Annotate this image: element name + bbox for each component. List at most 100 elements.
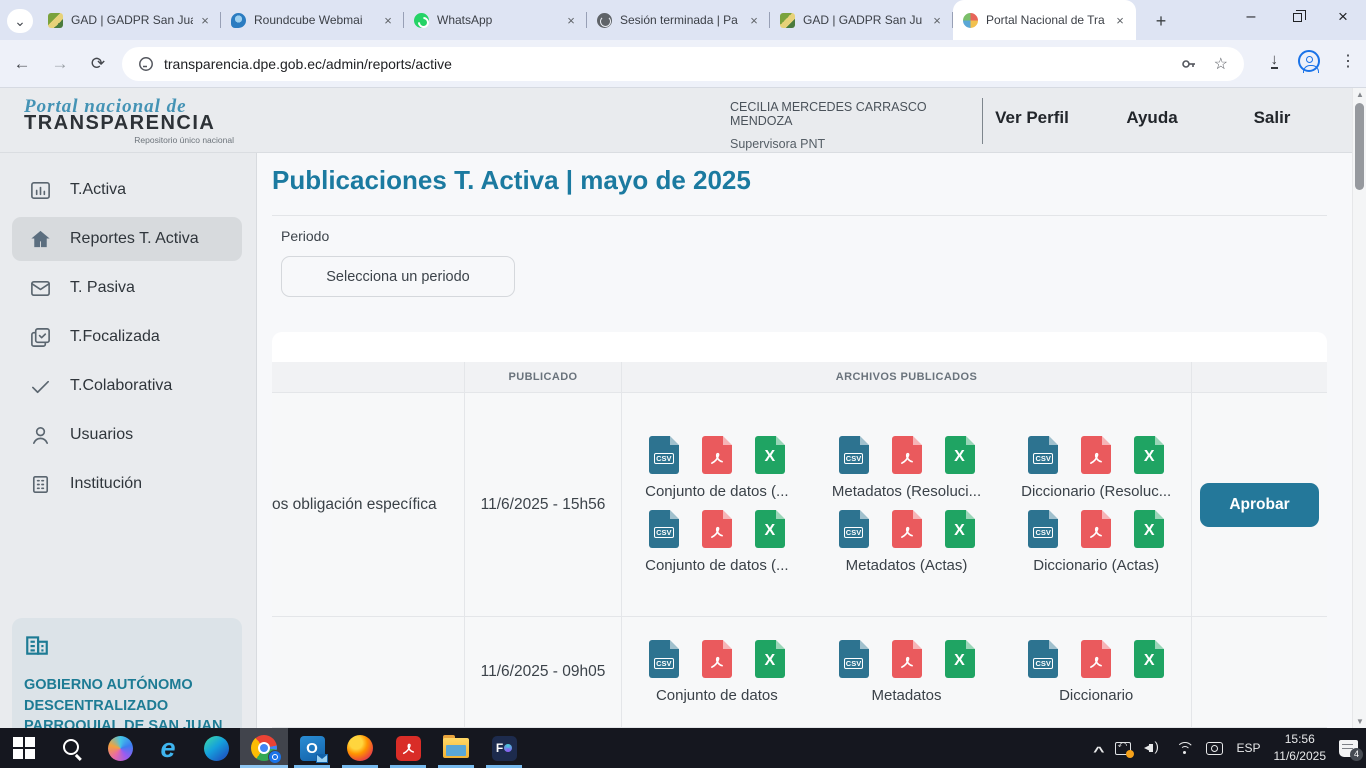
pdf-file-icon[interactable] [702, 436, 732, 474]
taskbar-ie-button[interactable]: e [144, 728, 192, 768]
taskbar-chrome-button[interactable] [240, 728, 288, 768]
csv-file-icon[interactable]: CSV [1028, 436, 1058, 474]
meet-now-icon[interactable] [1206, 742, 1223, 755]
language-indicator[interactable]: ESP [1236, 741, 1260, 755]
csv-file-icon[interactable]: CSV [649, 510, 679, 548]
pdf-file-icon[interactable] [892, 510, 922, 548]
forward-icon[interactable]: → [46, 50, 74, 78]
tab-close-icon[interactable] [1112, 12, 1128, 28]
url-text[interactable]: transparencia.dpe.gob.ec/admin/reports/a… [164, 56, 1180, 72]
notifications-icon[interactable]: 4 [1339, 740, 1358, 757]
csv-file-icon[interactable]: CSV [1028, 510, 1058, 548]
tab-close-icon[interactable] [563, 12, 579, 28]
pdf-file-icon[interactable] [1081, 510, 1111, 548]
site-info-icon[interactable] [138, 56, 154, 72]
file-group-label[interactable]: Diccionario (Actas) [1033, 557, 1159, 574]
csv-file-icon[interactable]: CSV [1028, 640, 1058, 678]
taskbar-firefox-button[interactable] [336, 728, 384, 768]
tab-close-icon[interactable] [929, 12, 945, 28]
bookmark-star-icon[interactable] [1214, 54, 1228, 74]
sidebar-item-t-activa[interactable]: T.Activa [12, 168, 242, 212]
csv-file-icon[interactable]: CSV [649, 640, 679, 678]
xls-file-icon[interactable]: X [945, 510, 975, 548]
volume-icon[interactable] [1144, 741, 1162, 755]
window-restore-button[interactable] [1274, 0, 1320, 34]
taskbar-edge-button[interactable] [192, 728, 240, 768]
ver-perfil-link[interactable]: Ver Perfil [972, 108, 1092, 128]
sidebar-item-t-pasiva[interactable]: T. Pasiva [12, 266, 242, 310]
clock[interactable]: 15:56 11/6/2025 [1274, 731, 1327, 766]
tab-close-icon[interactable] [380, 12, 396, 28]
institution-card[interactable]: GOBIERNO AUTÓNOMO DESCENTRALIZADO PARROQ… [12, 618, 242, 728]
tab-portal-transparencia-active[interactable]: Portal Nacional de Tra [953, 0, 1136, 40]
tab-whatsapp[interactable]: WhatsApp [404, 0, 587, 40]
pdf-file-icon[interactable] [1081, 640, 1111, 678]
file-group-label[interactable]: Diccionario (Resoluc... [1021, 483, 1171, 500]
xls-file-icon[interactable]: X [945, 436, 975, 474]
pdf-file-icon[interactable] [892, 436, 922, 474]
file-group-label[interactable]: Conjunto de datos [656, 687, 778, 704]
taskbar-search-button[interactable] [48, 728, 96, 768]
tab-close-icon[interactable] [197, 12, 213, 28]
file-group-label[interactable]: Diccionario [1059, 687, 1133, 704]
start-button[interactable] [0, 728, 48, 768]
tab-close-icon[interactable] [746, 12, 762, 28]
tab-search-icon[interactable] [7, 9, 33, 33]
csv-file-icon[interactable]: CSV [649, 436, 679, 474]
pdf-file-icon[interactable] [1081, 436, 1111, 474]
xls-file-icon[interactable]: X [945, 640, 975, 678]
file-group-label[interactable]: Conjunto de datos (... [645, 483, 788, 500]
xls-file-icon[interactable]: X [1134, 640, 1164, 678]
tab-roundcube[interactable]: Roundcube Webmai [221, 0, 404, 40]
scrollbar-thumb[interactable] [1355, 103, 1364, 190]
taskbar-acrobat-button[interactable] [384, 728, 432, 768]
pdf-file-icon[interactable] [702, 640, 732, 678]
csv-file-icon[interactable]: CSV [839, 436, 869, 474]
xls-file-icon[interactable]: X [755, 640, 785, 678]
back-icon[interactable]: ← [8, 50, 36, 78]
taskbar-outlook-button[interactable]: O [288, 728, 336, 768]
taskbar-copilot-button[interactable] [96, 728, 144, 768]
scroll-up-icon[interactable] [1353, 90, 1366, 99]
pdf-file-icon[interactable] [702, 510, 732, 548]
file-group-label[interactable]: Metadatos (Resoluci... [832, 483, 981, 500]
xls-file-icon[interactable]: X [755, 510, 785, 548]
sidebar-item-t-colaborativa[interactable]: T.Colaborativa [12, 364, 242, 408]
xls-file-icon[interactable]: X [1134, 436, 1164, 474]
scroll-down-icon[interactable] [1353, 717, 1366, 726]
downloads-icon[interactable] [1271, 53, 1279, 69]
taskbar-file-explorer-button[interactable] [432, 728, 480, 768]
new-tab-button[interactable] [1148, 8, 1174, 34]
xls-file-icon[interactable]: X [1134, 510, 1164, 548]
salir-link[interactable]: Salir [1212, 108, 1332, 128]
sidebar-item-usuarios[interactable]: Usuarios [12, 413, 242, 457]
period-select[interactable]: Selecciona un periodo [281, 256, 515, 297]
taskbar-fapp-button[interactable]: F [480, 728, 528, 768]
browser-menu-icon[interactable] [1340, 51, 1356, 71]
tab-gad-2[interactable]: GAD | GADPR San Ju [770, 0, 953, 40]
csv-file-icon[interactable]: CSV [839, 640, 869, 678]
window-minimize-button[interactable] [1228, 0, 1274, 34]
sidebar-item-institucion[interactable]: Institución [12, 462, 242, 506]
reload-icon[interactable]: ⟳ [84, 50, 112, 78]
tray-expand-icon[interactable] [1093, 741, 1104, 756]
aprobar-button[interactable]: Aprobar [1200, 483, 1319, 527]
tab-sesion-terminada[interactable]: Sesión terminada | Pa [587, 0, 770, 40]
remote-app-tray-icon[interactable] [1115, 742, 1131, 755]
tab-gad-1[interactable]: GAD | GADPR San Jua [38, 0, 221, 40]
window-close-button[interactable] [1320, 0, 1366, 34]
page-scrollbar[interactable] [1352, 88, 1366, 728]
profile-avatar-icon[interactable] [1298, 50, 1320, 72]
wifi-icon[interactable] [1175, 741, 1193, 755]
ayuda-link[interactable]: Ayuda [1092, 108, 1212, 128]
sidebar-item-t-focalizada[interactable]: T.Focalizada [12, 315, 242, 359]
file-group-label[interactable]: Metadatos [871, 687, 941, 704]
xls-file-icon[interactable]: X [755, 436, 785, 474]
password-key-icon[interactable] [1180, 55, 1198, 73]
file-group-label[interactable]: Conjunto de datos (... [645, 557, 788, 574]
csv-file-icon[interactable]: CSV [839, 510, 869, 548]
sidebar-item-reportes-t-activa[interactable]: Reportes T. Activa [12, 217, 242, 261]
pdf-file-icon[interactable] [892, 640, 922, 678]
address-bar[interactable]: transparencia.dpe.gob.ec/admin/reports/a… [122, 47, 1244, 81]
file-group-label[interactable]: Metadatos (Actas) [846, 557, 968, 574]
